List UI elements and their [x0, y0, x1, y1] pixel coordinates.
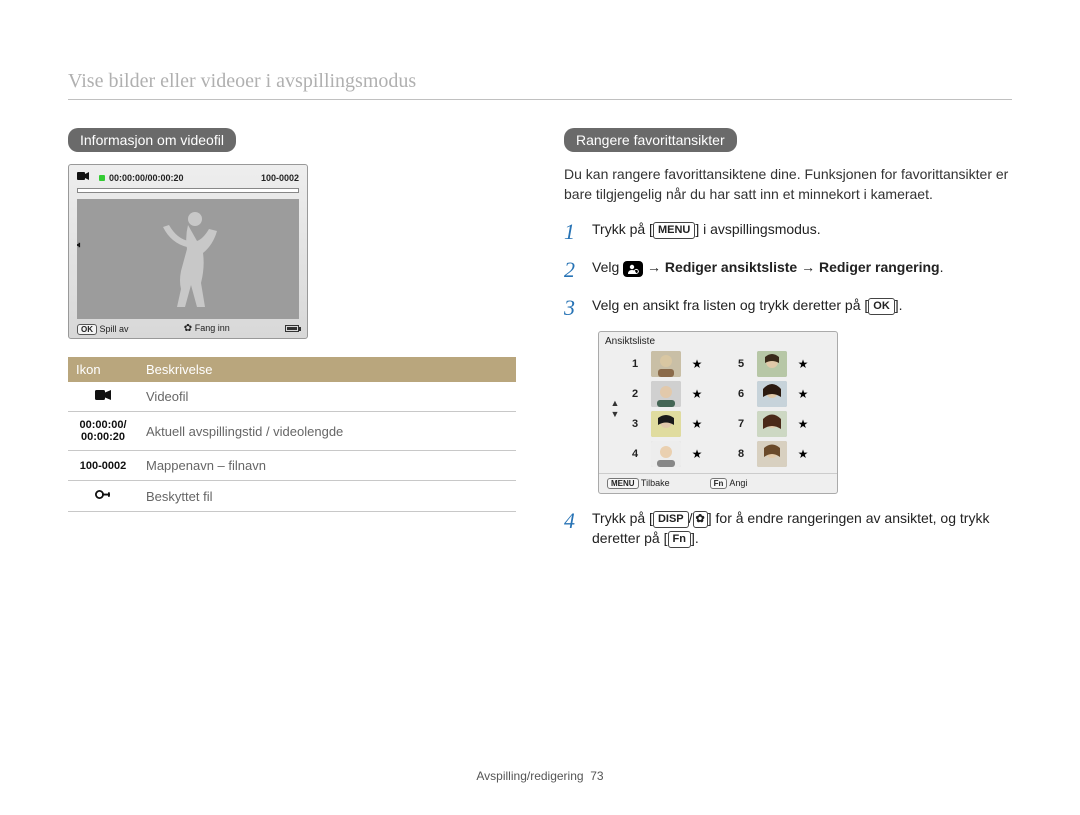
table-icon-cell: 00:00:00/00:00:20: [68, 412, 138, 451]
face-list-title: Ansiktsliste: [599, 332, 837, 349]
star-icon: ★: [798, 417, 809, 431]
step-4: 4 Trykk på [DISP/✿] for å endre rangerin…: [564, 508, 1012, 549]
fn-button-icon: Fn: [710, 478, 728, 489]
step-3: 3 Velg en ansikt fra listen og trykk der…: [564, 295, 1012, 319]
heading-pill-right: Rangere favorittansikter: [564, 128, 737, 152]
heading-pill-left: Informasjon om videofil: [68, 128, 236, 152]
page-section-title: Vise bilder eller videoer i avspillingsm…: [68, 70, 1012, 93]
intro-paragraph: Du kan rangere favorittansiktene dine. F…: [564, 164, 1012, 205]
battery-icon: [285, 325, 299, 332]
video-thumbnail: [77, 199, 299, 319]
capture-hint: ✿ Fang inn: [184, 323, 230, 334]
tulip-button-icon: ✿: [693, 511, 708, 528]
table-row: Videofil: [68, 382, 516, 412]
video-preview-box: 00:00:00/00:00:20 100-0002: [68, 164, 308, 339]
face-rank: 2: [632, 388, 638, 400]
face-rank: 6: [738, 388, 744, 400]
step-1: 1 Trykk på [MENU] i avspillingsmodus.: [564, 219, 1012, 243]
table-icon-cell: 100-0002: [68, 451, 138, 481]
step-number: 3: [564, 295, 582, 319]
video-folder-file: 100-0002: [261, 173, 299, 183]
back-hint: MENU Tilbake: [607, 478, 670, 488]
head-gear-icon: [623, 261, 643, 277]
set-hint: Fn Angi: [710, 478, 748, 488]
face-thumbnail: [757, 441, 787, 467]
star-icon: ★: [692, 447, 703, 461]
tulip-icon: ✿: [184, 323, 192, 334]
star-icon: ★: [692, 417, 703, 431]
face-rank: 5: [738, 358, 744, 370]
face-thumbnail: [651, 381, 681, 407]
fn-button-icon: Fn: [668, 531, 691, 548]
videocam-icon: [95, 389, 111, 401]
face-rank: 1: [632, 358, 638, 370]
face-thumbnail: [757, 381, 787, 407]
step-number: 2: [564, 257, 582, 281]
ok-button-icon: OK: [77, 324, 97, 335]
table-desc-cell: Mappenavn – filnavn: [138, 451, 516, 481]
face-thumbnail: [757, 351, 787, 377]
face-thumbnail: [651, 351, 681, 377]
step-number: 1: [564, 219, 582, 243]
star-icon: ★: [798, 387, 809, 401]
face-thumbnail: [651, 441, 681, 467]
table-desc-cell: Beskyttet fil: [138, 481, 516, 512]
table-row: 100-0002 Mappenavn – filnavn: [68, 451, 516, 481]
section-divider: [68, 99, 1012, 100]
face-rank: 8: [738, 448, 744, 460]
video-progress-bar: [77, 188, 299, 193]
ok-button-icon: OK: [868, 298, 895, 315]
menu-button-icon: MENU: [607, 478, 639, 489]
step-number: 4: [564, 508, 582, 532]
face-thumbnail: [757, 411, 787, 437]
table-icon-cell: [68, 382, 138, 412]
video-time-text: 00:00:00/00:00:20: [99, 173, 184, 183]
face-list-panel: Ansiktsliste ▲▼ 1 ★ 5 ★ 2 ★ 6 ★: [598, 331, 838, 494]
menu-button-icon: MENU: [653, 222, 695, 239]
updown-arrows-icon: ▲▼: [611, 398, 620, 420]
table-icon-cell: [68, 481, 138, 512]
star-icon: ★: [798, 357, 809, 371]
table-head-desc: Beskrivelse: [138, 357, 516, 382]
play-hint: OK Spill av: [77, 324, 129, 334]
disp-button-icon: DISP: [653, 511, 689, 528]
star-icon: ★: [798, 447, 809, 461]
table-row: Beskyttet fil: [68, 481, 516, 512]
videocam-icon: [77, 171, 89, 184]
step-2: 2 Velg → Rediger ansiktsliste → Rediger …: [564, 257, 1012, 281]
face-rank: 7: [738, 418, 744, 430]
page-footer: Avspilling/redigering 73: [0, 769, 1080, 783]
table-row: 00:00:00/00:00:20 Aktuell avspillingstid…: [68, 412, 516, 451]
skater-silhouette: [157, 207, 227, 312]
table-desc-cell: Aktuell avspillingstid / videolengde: [138, 412, 516, 451]
step-list: 1 Trykk på [MENU] i avspillingsmodus. 2 …: [564, 219, 1012, 319]
star-icon: ★: [692, 357, 703, 371]
table-head-icon: Ikon: [68, 357, 138, 382]
table-desc-cell: Videofil: [138, 382, 516, 412]
key-lock-icon: [95, 488, 111, 501]
face-rank: 3: [632, 418, 638, 430]
star-icon: ★: [692, 387, 703, 401]
lock-icon: [77, 239, 81, 254]
icon-description-table: Ikon Beskrivelse Videofil 00:00:00/00:00…: [68, 357, 516, 512]
face-thumbnail: [651, 411, 681, 437]
face-rank: 4: [632, 448, 638, 460]
